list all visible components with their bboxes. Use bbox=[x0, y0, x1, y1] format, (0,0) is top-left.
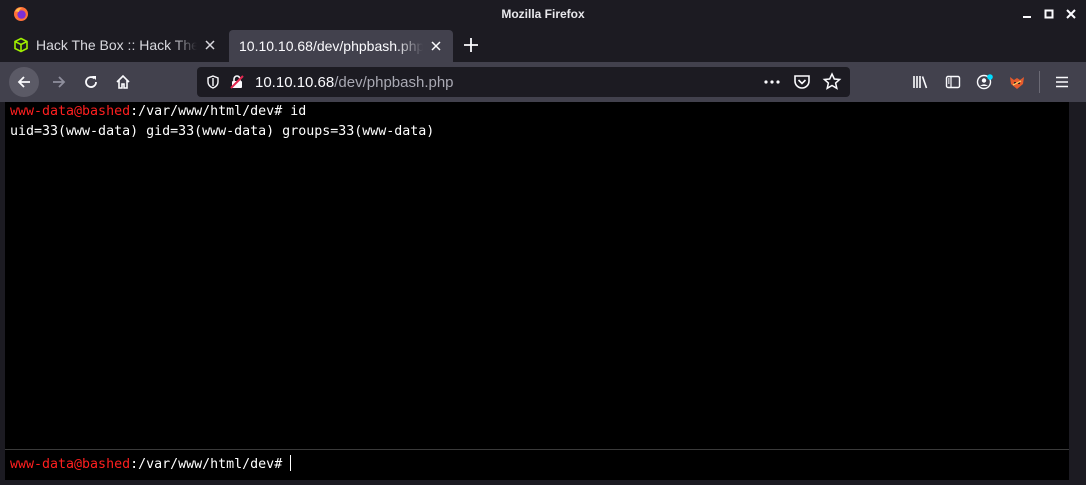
library-icon bbox=[913, 76, 928, 89]
sidebar-icon bbox=[945, 75, 961, 89]
star-icon bbox=[822, 72, 842, 90]
tab-label: 10.10.10.68/dev/phpbash.php bbox=[239, 38, 423, 54]
close-window-button[interactable] bbox=[1062, 5, 1080, 23]
bookmark-star-button[interactable] bbox=[820, 70, 844, 94]
app-menu-button[interactable] bbox=[1046, 66, 1078, 98]
scrollbar-track[interactable] bbox=[1069, 102, 1081, 480]
reload-icon bbox=[85, 76, 97, 88]
htb-cube-icon bbox=[14, 37, 28, 53]
forward-button[interactable] bbox=[43, 66, 75, 98]
firefox-icon bbox=[14, 7, 28, 21]
tab-close-button[interactable] bbox=[201, 36, 219, 54]
arrow-left-icon bbox=[17, 76, 30, 88]
more-horizontal-icon bbox=[764, 80, 780, 84]
tab-strip: Hack The Box :: Hack The Box 10.10.10.68… bbox=[0, 28, 1086, 62]
terminal-command-line: www-data@bashed:/var/www/html/dev# id bbox=[10, 102, 306, 122]
close-icon bbox=[1066, 9, 1076, 19]
tracking-protection-button[interactable] bbox=[201, 70, 225, 94]
url-bar[interactable]: 10.10.10.68/dev/phpbash.php bbox=[197, 67, 850, 97]
terminal-output-line: uid=33(www-data) gid=33(www-data) groups… bbox=[10, 124, 435, 139]
hamburger-menu-icon bbox=[1056, 76, 1068, 88]
minimize-icon bbox=[1023, 16, 1031, 18]
window-title: Mozilla Firefox bbox=[501, 7, 585, 21]
url-text[interactable]: 10.10.10.68/dev/phpbash.php bbox=[255, 74, 454, 91]
maximize-icon bbox=[1044, 9, 1054, 19]
pocket-button[interactable] bbox=[790, 70, 814, 94]
back-button[interactable] bbox=[9, 67, 39, 97]
insecure-lock-icon bbox=[230, 75, 244, 89]
shield-icon bbox=[207, 75, 219, 89]
home-icon bbox=[116, 74, 130, 89]
prompt-user-host: www-data@bashed bbox=[10, 104, 131, 119]
foxyproxy-icon bbox=[1010, 77, 1024, 89]
tab-close-button[interactable] bbox=[427, 37, 445, 55]
command-text: id bbox=[282, 104, 307, 119]
phpbash-terminal: www-data@bashed:/var/www/html/dev# id ui… bbox=[5, 102, 1069, 480]
insecure-connection-button[interactable] bbox=[225, 70, 249, 94]
input-prompt-line[interactable]: www-data@bashed:/var/www/html/dev# bbox=[10, 455, 292, 475]
close-icon bbox=[205, 40, 215, 50]
account-icon bbox=[976, 74, 993, 90]
maximize-button[interactable] bbox=[1040, 5, 1058, 23]
toolbar-separator bbox=[1039, 71, 1040, 93]
tab-label: Hack The Box :: Hack The Box bbox=[36, 37, 197, 53]
url-bar-actions bbox=[760, 70, 844, 94]
page-actions-button[interactable] bbox=[760, 70, 784, 94]
arrow-right-icon bbox=[53, 76, 66, 88]
prompt-user-host: www-data@bashed bbox=[10, 457, 131, 472]
window-controls bbox=[1018, 5, 1080, 23]
home-button[interactable] bbox=[107, 66, 139, 98]
window-frame-bottom bbox=[0, 480, 1086, 485]
url-path: /dev/phpbash.php bbox=[334, 73, 454, 91]
close-icon bbox=[431, 41, 441, 51]
command-input-bar[interactable]: www-data@bashed:/var/www/html/dev# bbox=[5, 449, 1069, 480]
pocket-icon bbox=[794, 75, 810, 89]
new-tab-button[interactable] bbox=[455, 28, 487, 62]
url-host: 10.10.10.68 bbox=[255, 73, 335, 91]
prompt-path: :/var/www/html/dev# bbox=[130, 104, 283, 119]
library-button[interactable] bbox=[905, 66, 937, 98]
sidebar-button[interactable] bbox=[937, 66, 969, 98]
navigation-toolbar: 10.10.10.68/dev/phpbash.php bbox=[0, 62, 1086, 102]
tab-hack-the-box[interactable]: Hack The Box :: Hack The Box bbox=[3, 28, 227, 62]
extension-button[interactable] bbox=[1001, 66, 1033, 98]
toolbar-right bbox=[905, 66, 1086, 98]
prompt-path: :/var/www/html/dev# bbox=[130, 457, 283, 472]
plus-icon bbox=[464, 38, 478, 52]
window-titlebar: Mozilla Firefox bbox=[0, 0, 1086, 28]
window-frame-right bbox=[1081, 102, 1086, 485]
account-button[interactable] bbox=[969, 66, 1001, 98]
reload-button[interactable] bbox=[75, 66, 107, 98]
tab-phpbash[interactable]: 10.10.10.68/dev/phpbash.php bbox=[229, 30, 453, 62]
minimize-button[interactable] bbox=[1018, 5, 1036, 23]
text-caret bbox=[290, 455, 292, 471]
